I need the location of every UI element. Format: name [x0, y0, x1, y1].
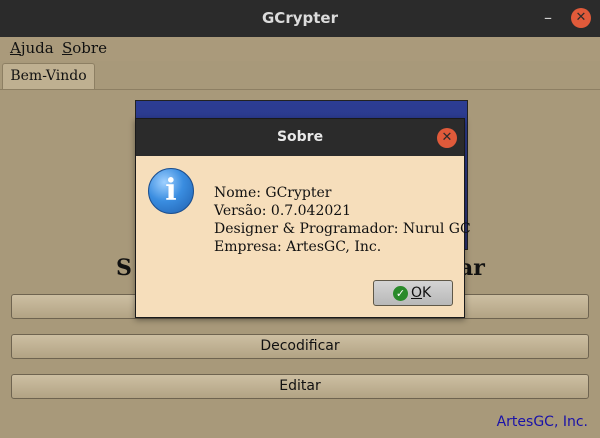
window-title: GCrypter	[262, 9, 338, 27]
info-version: Versão: 0.7.042021	[214, 203, 352, 219]
minimize-button[interactable]: –	[539, 9, 557, 27]
menubar: Ajuda Sobre	[0, 37, 600, 61]
info-icon: i	[148, 168, 194, 214]
menu-ajuda-label: juda	[20, 39, 54, 57]
ok-mnemonic: O	[411, 285, 423, 301]
info-company: Empresa: ArtesGC, Inc.	[214, 239, 382, 255]
window-titlebar: GCrypter – ✕	[0, 0, 600, 37]
about-dialog: Sobre ✕ i Nome: GCrypter Versão: 0.7.042…	[135, 118, 471, 318]
ok-rest: K	[422, 285, 432, 301]
dialog-titlebar: Sobre ✕	[136, 119, 464, 156]
menu-ajuda[interactable]: Ajuda	[10, 39, 54, 57]
check-icon: ✓	[393, 286, 408, 301]
about-info: Nome: GCrypter Versão: 0.7.042021 Design…	[214, 184, 471, 256]
menu-sobre[interactable]: Sobre	[62, 39, 107, 57]
welcome-heading-left: S	[116, 255, 132, 281]
menu-sobre-label: obre	[72, 39, 107, 57]
info-designer: Designer & Programador: Nurul GC	[214, 221, 471, 237]
tab-bem-vindo[interactable]: Bem-Vindo	[2, 63, 95, 90]
editar-button[interactable]: Editar	[11, 374, 589, 399]
menu-ajuda-mnemonic: A	[10, 39, 21, 57]
dialog-title: Sobre	[276, 129, 324, 145]
decodificar-button[interactable]: Decodificar	[11, 334, 589, 359]
info-name: Nome: GCrypter	[214, 185, 332, 201]
menu-sobre-mnemonic: S	[62, 39, 73, 57]
ok-button[interactable]: ✓ OK	[373, 280, 453, 306]
dialog-close-button[interactable]: ✕	[437, 128, 457, 148]
window-close-button[interactable]: ✕	[571, 8, 591, 28]
company-link[interactable]: ArtesGC, Inc.	[497, 414, 588, 430]
ok-button-label: OK	[411, 285, 431, 301]
